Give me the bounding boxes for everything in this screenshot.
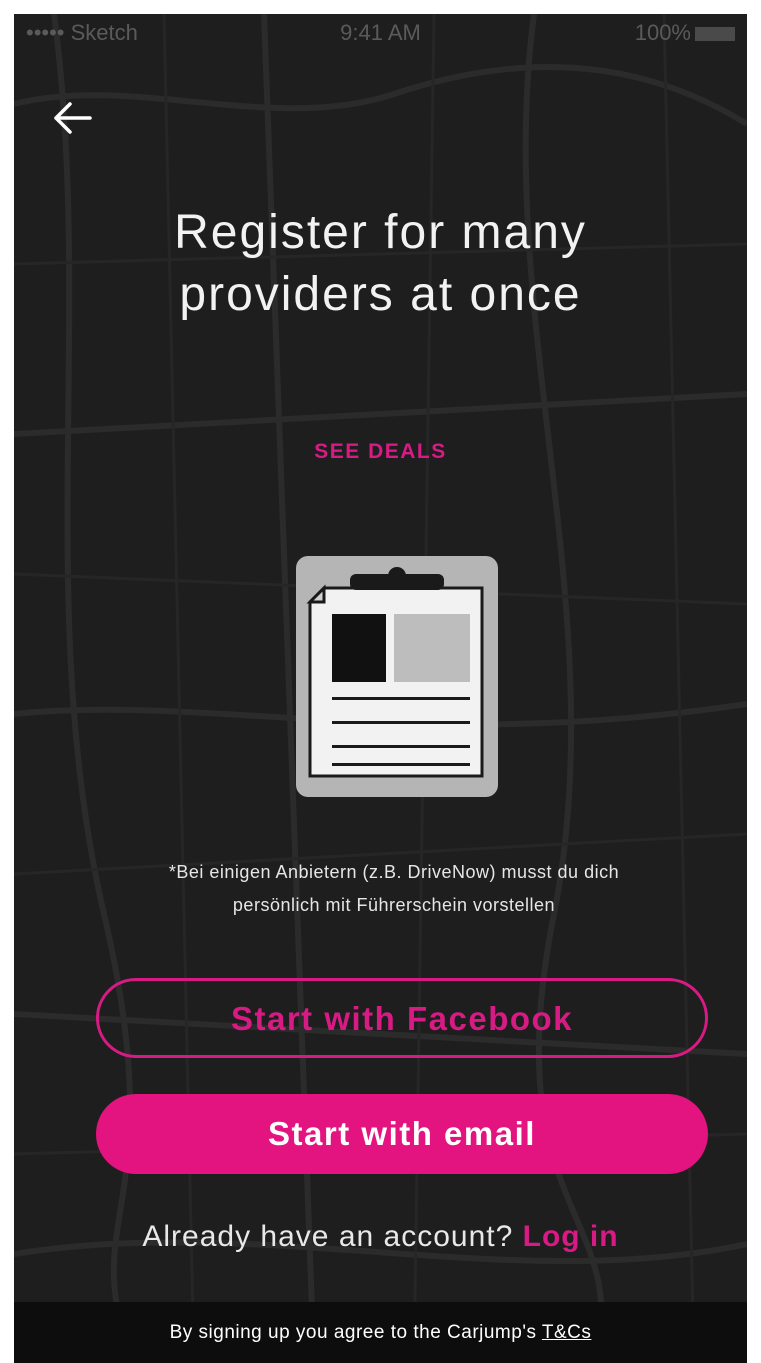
note-line-1: *Bei einigen Anbietern (z.B. DriveNow) m…	[168, 862, 620, 882]
back-button[interactable]	[50, 100, 94, 136]
title-line-1: Register for many	[174, 206, 587, 259]
note-line-2: persönlich mit Führerschein vorstellen	[232, 895, 556, 915]
phone-screen: ••••• Sketch 9:41 AM 100% Register for m…	[14, 14, 747, 1363]
login-prompt-text: Already have an account?	[142, 1220, 514, 1253]
start-with-email-button[interactable]: Start with email	[96, 1094, 708, 1174]
battery-icon	[695, 27, 735, 42]
status-bar: ••••• Sketch 9:41 AM 100%	[14, 14, 747, 50]
see-deals-link[interactable]: SEE DEALS	[14, 440, 747, 464]
start-with-facebook-button[interactable]: Start with Facebook	[96, 978, 708, 1058]
clipboard-document-icon	[296, 556, 498, 797]
title-line-2: providers at once	[179, 268, 582, 321]
battery-percent: 100%	[634, 20, 691, 45]
page-title: Register for many providers at once	[14, 202, 747, 326]
arrow-left-icon	[54, 102, 92, 134]
provider-note: *Bei einigen Anbietern (z.B. DriveNow) m…	[74, 856, 714, 922]
terms-text: By signing up you agree to the Carjump's	[169, 1322, 537, 1343]
login-prompt: Already have an account? Log in	[14, 1220, 747, 1254]
battery-status: 100%	[635, 20, 735, 46]
login-link[interactable]: Log in	[523, 1220, 619, 1253]
terms-link[interactable]: T&Cs	[542, 1322, 592, 1343]
terms-footer: By signing up you agree to the Carjump's…	[14, 1302, 747, 1363]
